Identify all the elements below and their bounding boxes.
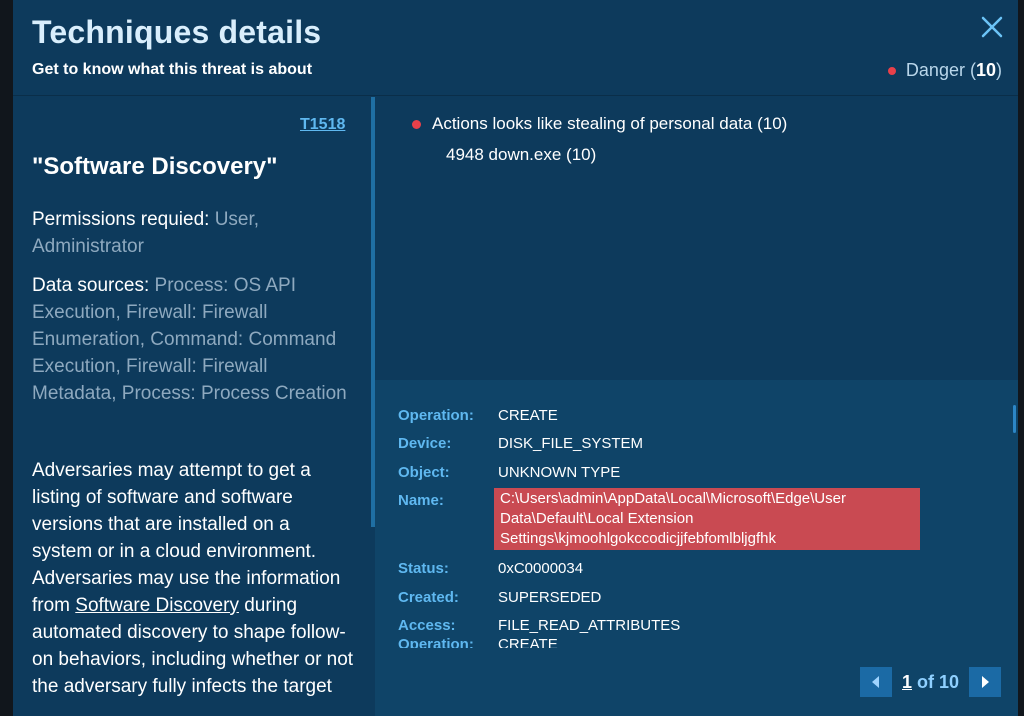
modal-subtitle: Get to know what this threat is about bbox=[32, 61, 313, 78]
detail-value: CREATE bbox=[498, 636, 558, 648]
process-item[interactable]: 4948 down.exe (10) bbox=[446, 145, 596, 165]
prev-page-button[interactable] bbox=[860, 667, 892, 697]
danger-count: 10 bbox=[975, 60, 996, 80]
pagination: 1 of 10 bbox=[860, 666, 1002, 698]
detail-name-value: C:\Users\admin\AppData\Local\Microsoft\E… bbox=[494, 488, 920, 550]
screen: Techniques details Get to know what this… bbox=[0, 0, 1024, 716]
details-scrollbar[interactable] bbox=[1013, 405, 1016, 433]
chevron-left-icon bbox=[872, 676, 879, 688]
detail-row-object: Object: UNKNOWN TYPE bbox=[398, 464, 620, 481]
danger-dot-icon bbox=[887, 66, 896, 75]
detail-row-access: Access: FILE_READ_ATTRIBUTES bbox=[398, 617, 680, 634]
danger-badge: Danger (10) bbox=[887, 60, 1002, 81]
detail-row-operation: Operation: CREATE bbox=[398, 407, 558, 424]
detail-row-status: Status: 0xC0000034 bbox=[398, 560, 583, 577]
detail-value: FILE_READ_ATTRIBUTES bbox=[498, 617, 681, 634]
permissions: Permissions requied: User, Administrator bbox=[32, 206, 354, 260]
modal-header: Techniques details Get to know what this… bbox=[13, 0, 1018, 96]
page-indicator: 1 of 10 bbox=[892, 667, 969, 697]
detail-row-name: Name: bbox=[398, 492, 498, 509]
event-details-panel: Operation: CREATE Device: DISK_FILE_SYST… bbox=[375, 380, 1018, 716]
detail-value: SUPERSEDED bbox=[498, 589, 602, 606]
detail-key: Operation: bbox=[398, 636, 474, 648]
detail-key: Name: bbox=[398, 492, 444, 509]
close-icon bbox=[981, 16, 1003, 38]
permissions-label: Permissions requied: bbox=[32, 209, 210, 230]
technique-panel: T1518 "Software Discovery" Permissions r… bbox=[13, 97, 371, 716]
detail-key: Device: bbox=[398, 435, 452, 452]
software-discovery-link[interactable]: Software Discovery bbox=[75, 595, 239, 616]
danger-count-close: ) bbox=[996, 60, 1002, 80]
technique-name: "Software Discovery" bbox=[32, 153, 278, 180]
detail-key: Status: bbox=[398, 560, 449, 577]
technique-id-link[interactable]: T1518 bbox=[300, 116, 345, 134]
detail-row-operation-2: Operation: CREATE bbox=[398, 636, 558, 648]
detail-value: UNKNOWN TYPE bbox=[498, 464, 621, 481]
next-page-button[interactable] bbox=[969, 667, 1002, 697]
detail-value: DISK_FILE_SYSTEM bbox=[498, 435, 644, 452]
action-title: Actions looks like stealing of personal … bbox=[432, 114, 788, 133]
detail-key: Object: bbox=[398, 464, 450, 481]
event-details-list: Operation: CREATE Device: DISK_FILE_SYST… bbox=[375, 380, 1005, 648]
data-sources: Data sources: Process: OS API Execution,… bbox=[32, 272, 354, 407]
actions-panel: Actions looks like stealing of personal … bbox=[375, 97, 1018, 380]
detail-value: CREATE bbox=[498, 407, 558, 424]
page-total: of 10 bbox=[917, 671, 960, 692]
detail-key: Access: bbox=[398, 617, 456, 634]
modal-title: Techniques details bbox=[32, 14, 322, 50]
techniques-modal: Techniques details Get to know what this… bbox=[13, 0, 1018, 716]
detail-row-device: Device: DISK_FILE_SYSTEM bbox=[398, 435, 643, 452]
description-text-1: Adversaries may attempt to get a listing… bbox=[32, 460, 341, 616]
detail-key: Operation: bbox=[398, 407, 474, 424]
danger-dot-icon bbox=[412, 119, 421, 129]
current-page[interactable]: 1 bbox=[902, 672, 912, 693]
detail-row-created: Created: SUPERSEDED bbox=[398, 589, 601, 606]
detail-key: Created: bbox=[398, 589, 459, 606]
danger-label: Danger bbox=[905, 60, 965, 80]
technique-description: Adversaries may attempt to get a listing… bbox=[32, 457, 354, 700]
action-item[interactable]: Actions looks like stealing of personal … bbox=[412, 114, 787, 134]
chevron-right-icon bbox=[982, 676, 990, 688]
detail-value: 0xC0000034 bbox=[498, 560, 584, 577]
close-button[interactable] bbox=[977, 12, 1007, 42]
data-sources-label: Data sources: bbox=[32, 275, 150, 296]
